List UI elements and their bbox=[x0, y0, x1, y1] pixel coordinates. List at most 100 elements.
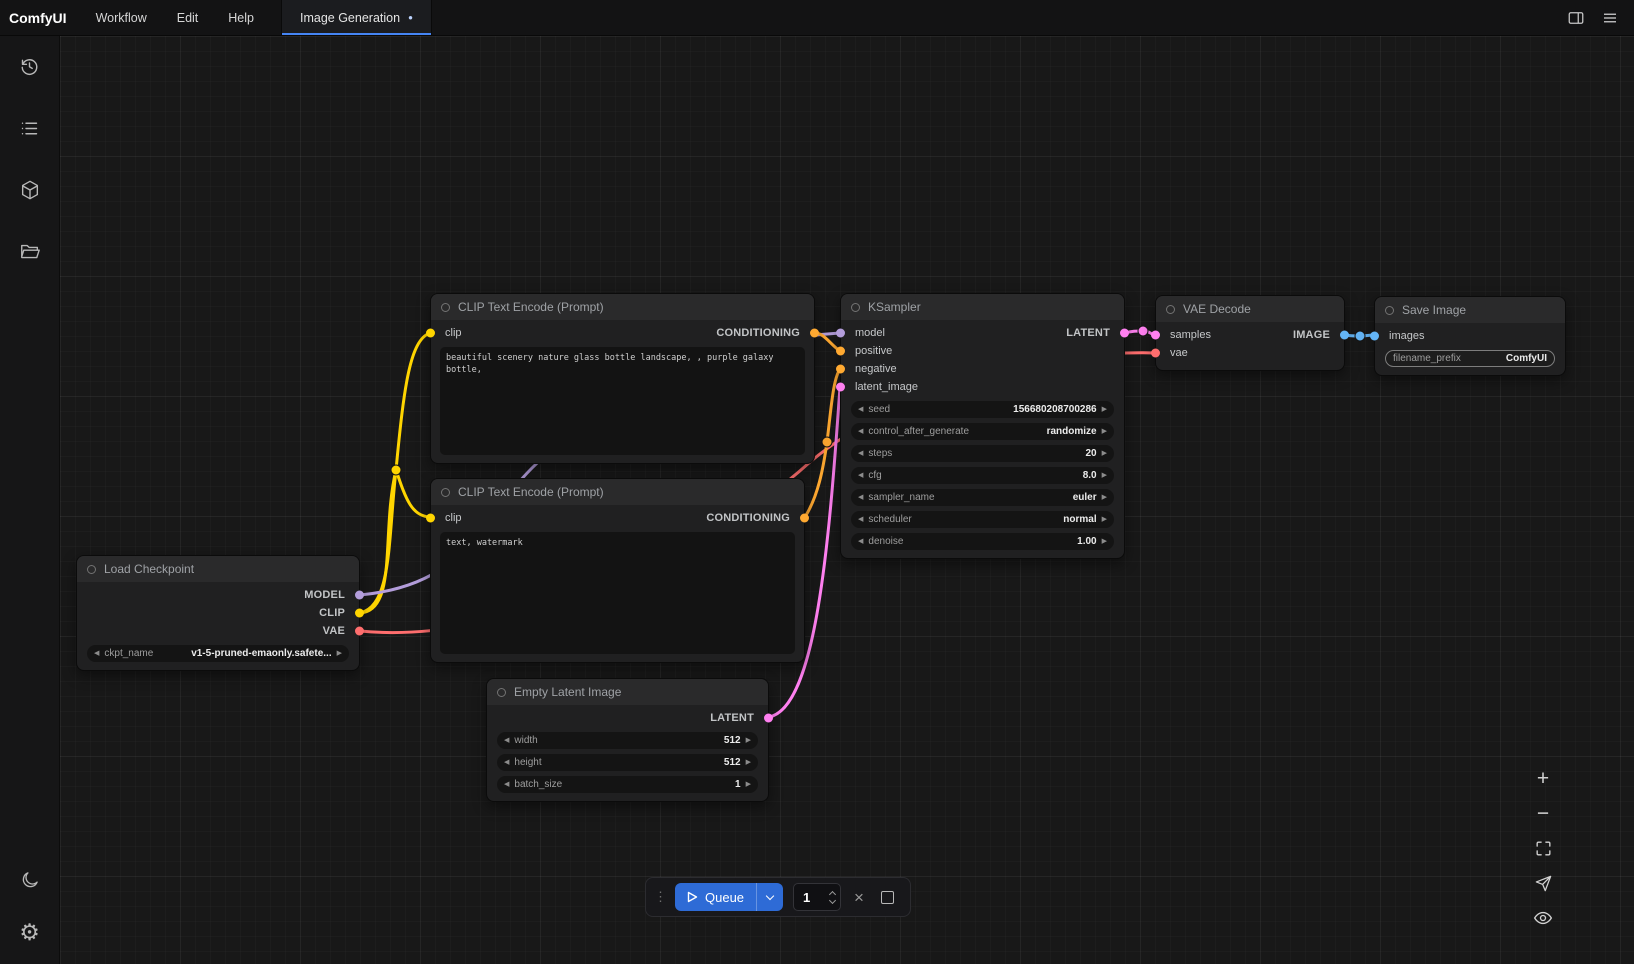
step-down-icon[interactable] bbox=[829, 896, 836, 903]
increment-icon[interactable]: ▶ bbox=[1102, 538, 1107, 545]
node-ksampler[interactable]: KSampler model LATENT positive negative bbox=[840, 293, 1125, 559]
latent-output-dot[interactable] bbox=[1120, 329, 1129, 338]
settings-gear-icon[interactable]: ⚙ bbox=[10, 912, 50, 952]
negative-input-dot[interactable] bbox=[836, 365, 845, 374]
decrement-icon[interactable]: ◀ bbox=[858, 428, 863, 435]
vae-output-dot[interactable] bbox=[355, 627, 364, 636]
node-save-image[interactable]: Save Image images filename_prefix ComfyU… bbox=[1374, 296, 1566, 376]
widget-steps[interactable]: ◀ steps 20 ▶ bbox=[851, 445, 1114, 462]
decrement-icon[interactable]: ◀ bbox=[858, 406, 863, 413]
node-library-icon[interactable] bbox=[10, 108, 50, 148]
latent-output-dot[interactable] bbox=[764, 714, 773, 723]
collapse-dot-icon[interactable] bbox=[1385, 306, 1394, 315]
clip-input-dot[interactable] bbox=[426, 514, 435, 523]
widget-scheduler[interactable]: ◀ scheduler normal ▶ bbox=[851, 511, 1114, 528]
queue-button[interactable]: Queue bbox=[675, 883, 783, 911]
decrement-icon[interactable]: ◀ bbox=[504, 781, 509, 788]
node-clip-text-encode-negative[interactable]: CLIP Text Encode (Prompt) clip CONDITION… bbox=[430, 478, 805, 663]
increment-icon[interactable]: ▶ bbox=[746, 759, 751, 766]
widget-batch-size[interactable]: ◀ batch_size 1 ▶ bbox=[497, 776, 758, 793]
collapse-dot-icon[interactable] bbox=[497, 688, 506, 697]
prompt-textarea[interactable]: text, watermark bbox=[440, 532, 795, 654]
clear-queue-icon[interactable]: × bbox=[851, 889, 867, 906]
node-title-bar[interactable]: KSampler bbox=[841, 294, 1124, 320]
hamburger-menu-icon[interactable] bbox=[1596, 5, 1624, 31]
decrement-icon[interactable]: ◀ bbox=[858, 516, 863, 523]
node-title-bar[interactable]: CLIP Text Encode (Prompt) bbox=[431, 479, 804, 505]
node-title-bar[interactable]: CLIP Text Encode (Prompt) bbox=[431, 294, 814, 320]
decrement-icon[interactable]: ◀ bbox=[504, 737, 509, 744]
increment-icon[interactable]: ▶ bbox=[1102, 516, 1107, 523]
node-vae-decode[interactable]: VAE Decode samples IMAGE vae bbox=[1155, 295, 1345, 371]
prompt-textarea[interactable]: beautiful scenery nature glass bottle la… bbox=[440, 347, 805, 455]
node-clip-text-encode-positive[interactable]: CLIP Text Encode (Prompt) clip CONDITION… bbox=[430, 293, 815, 464]
positive-input-dot[interactable] bbox=[836, 347, 845, 356]
zoom-out-icon[interactable]: − bbox=[1532, 802, 1554, 824]
select-mode-icon[interactable] bbox=[1532, 872, 1554, 894]
increment-icon[interactable]: ▶ bbox=[746, 737, 751, 744]
clip-output-dot[interactable] bbox=[355, 609, 364, 618]
menu-edit[interactable]: Edit bbox=[162, 11, 214, 25]
conditioning-output-dot[interactable] bbox=[810, 329, 819, 338]
image-output-dot[interactable] bbox=[1340, 331, 1349, 340]
menu-help[interactable]: Help bbox=[213, 11, 269, 25]
increment-icon[interactable]: ▶ bbox=[1102, 472, 1107, 479]
samples-input-dot[interactable] bbox=[1151, 331, 1160, 340]
model-input-dot[interactable] bbox=[836, 329, 845, 338]
decrement-icon[interactable]: ◀ bbox=[858, 450, 863, 457]
zoom-in-icon[interactable]: + bbox=[1532, 767, 1554, 789]
images-input-dot[interactable] bbox=[1370, 332, 1379, 341]
node-empty-latent-image[interactable]: Empty Latent Image LATENT ◀ width 512 ▶ … bbox=[486, 678, 769, 802]
tab-image-generation[interactable]: Image Generation ● bbox=[281, 0, 432, 35]
widget-filename-prefix[interactable]: filename_prefix ComfyUI bbox=[1385, 350, 1555, 367]
node-title-bar[interactable]: Empty Latent Image bbox=[487, 679, 768, 705]
increment-icon[interactable]: ▶ bbox=[337, 650, 342, 657]
model-output-dot[interactable] bbox=[355, 591, 364, 600]
widget-width[interactable]: ◀ width 512 ▶ bbox=[497, 732, 758, 749]
menu-workflow[interactable]: Workflow bbox=[81, 11, 162, 25]
widget-cfg[interactable]: ◀ cfg 8.0 ▶ bbox=[851, 467, 1114, 484]
conditioning-output-dot[interactable] bbox=[800, 514, 809, 523]
node-title-bar[interactable]: Save Image bbox=[1375, 297, 1565, 323]
decrement-icon[interactable]: ◀ bbox=[94, 650, 99, 657]
batch-count-input[interactable]: 1 bbox=[793, 883, 841, 911]
drag-handle-icon[interactable]: ⋮ bbox=[654, 889, 665, 905]
widget-ckpt-name[interactable]: ◀ ckpt_name v1-5-pruned-emaonly.safete..… bbox=[87, 645, 349, 662]
increment-icon[interactable]: ▶ bbox=[1102, 450, 1107, 457]
widget-height[interactable]: ◀ height 512 ▶ bbox=[497, 754, 758, 771]
widget-control-after-generate[interactable]: ◀ control_after_generate randomize ▶ bbox=[851, 423, 1114, 440]
workflows-folder-icon[interactable] bbox=[10, 232, 50, 272]
theme-moon-icon[interactable] bbox=[10, 860, 50, 900]
history-icon[interactable] bbox=[10, 46, 50, 86]
collapse-dot-icon[interactable] bbox=[1166, 305, 1175, 314]
widget-value: v1-5-pruned-emaonly.safete... bbox=[191, 648, 331, 659]
collapse-dot-icon[interactable] bbox=[441, 488, 450, 497]
fit-view-icon[interactable] bbox=[1532, 837, 1554, 859]
decrement-icon[interactable]: ◀ bbox=[504, 759, 509, 766]
increment-icon[interactable]: ▶ bbox=[1102, 428, 1107, 435]
node-load-checkpoint[interactable]: Load Checkpoint MODEL CLIP VAE ◀ ckpt_na… bbox=[76, 555, 360, 671]
node-title-bar[interactable]: Load Checkpoint bbox=[77, 556, 359, 582]
decrement-icon[interactable]: ◀ bbox=[858, 472, 863, 479]
latent-input-dot[interactable] bbox=[836, 383, 845, 392]
vae-input-dot[interactable] bbox=[1151, 349, 1160, 358]
widget-seed[interactable]: ◀ seed 156680208700286 ▶ bbox=[851, 401, 1114, 418]
decrement-icon[interactable]: ◀ bbox=[858, 538, 863, 545]
queue-options-chevron-icon[interactable] bbox=[757, 883, 783, 911]
increment-icon[interactable]: ▶ bbox=[1102, 406, 1107, 413]
collapse-dot-icon[interactable] bbox=[441, 303, 450, 312]
stop-icon[interactable] bbox=[881, 891, 894, 904]
model-library-icon[interactable] bbox=[10, 170, 50, 210]
toggle-link-visibility-eye-icon[interactable] bbox=[1532, 907, 1554, 929]
node-title-bar[interactable]: VAE Decode bbox=[1156, 296, 1344, 322]
slot-row-clip-conditioning: clip CONDITIONING bbox=[431, 509, 804, 527]
clip-input-dot[interactable] bbox=[426, 329, 435, 338]
widget-denoise[interactable]: ◀ denoise 1.00 ▶ bbox=[851, 533, 1114, 550]
collapse-dot-icon[interactable] bbox=[87, 565, 96, 574]
decrement-icon[interactable]: ◀ bbox=[858, 494, 863, 501]
increment-icon[interactable]: ▶ bbox=[746, 781, 751, 788]
widget-sampler-name[interactable]: ◀ sampler_name euler ▶ bbox=[851, 489, 1114, 506]
collapse-dot-icon[interactable] bbox=[851, 303, 860, 312]
increment-icon[interactable]: ▶ bbox=[1102, 494, 1107, 501]
toggle-panel-icon[interactable] bbox=[1562, 5, 1590, 31]
